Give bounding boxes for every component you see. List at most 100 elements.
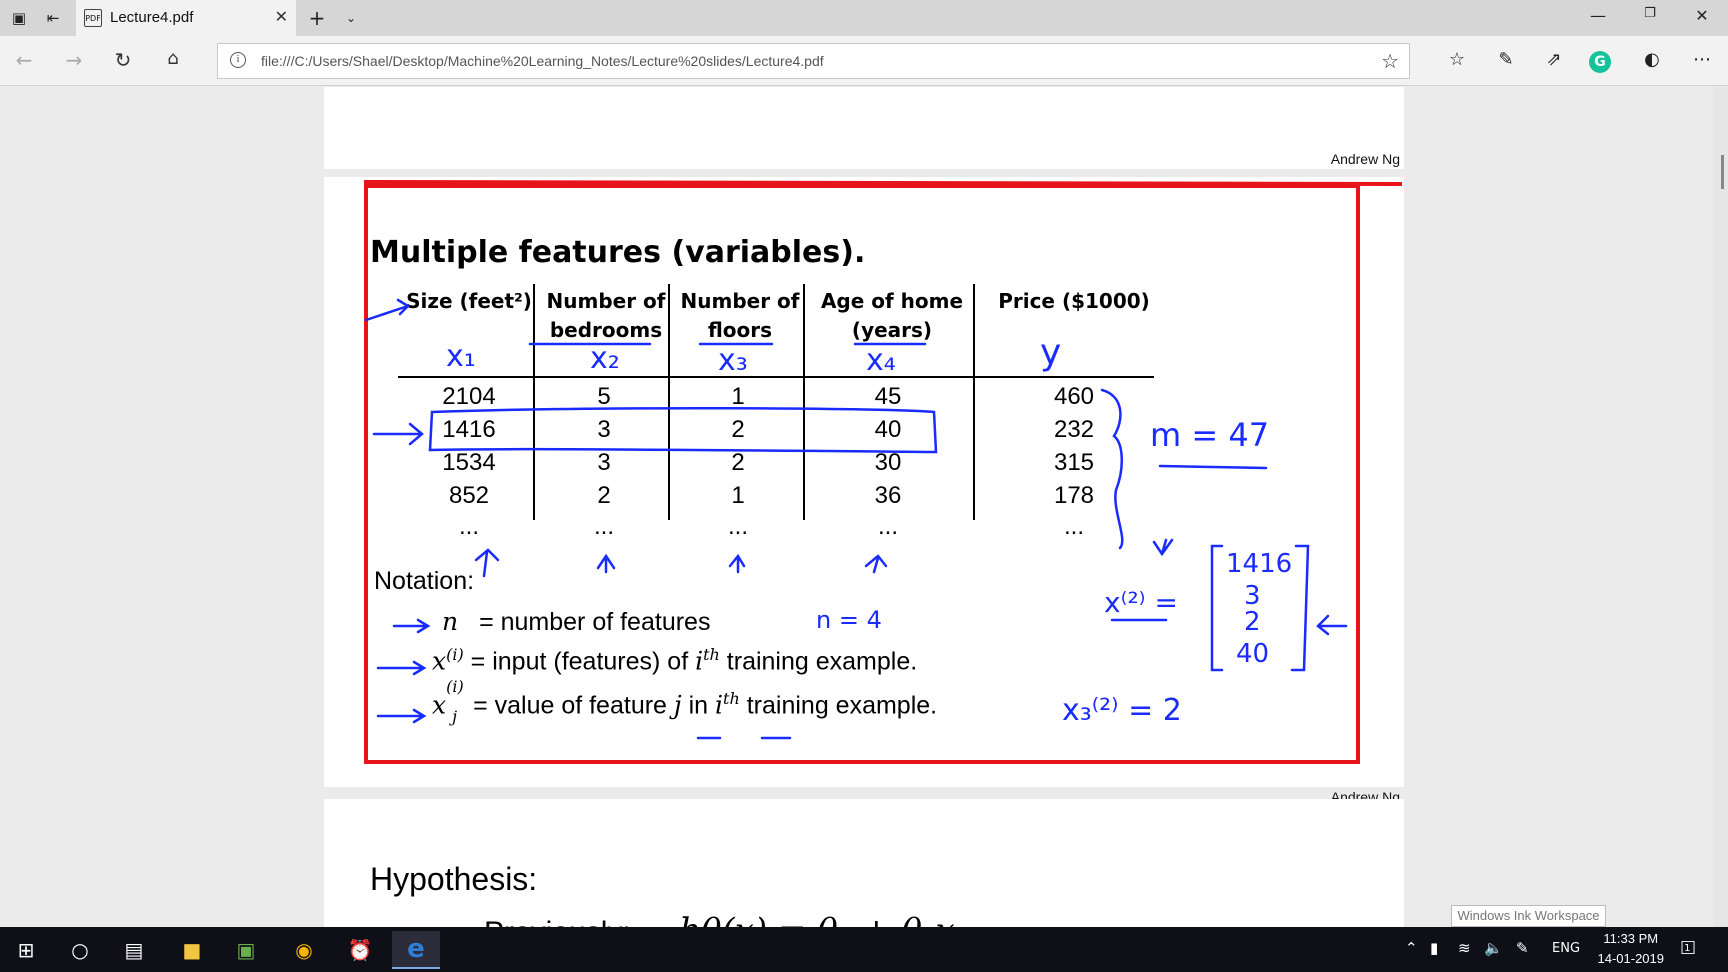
favorites-hub-icon[interactable]: ☆ xyxy=(1443,49,1471,75)
table-cell: 232 xyxy=(1053,416,1095,443)
tray-chevron-up-icon[interactable]: ⌃ xyxy=(1405,939,1418,957)
xj-symbol: x xyxy=(432,690,447,720)
task-view-icon[interactable]: ▤ xyxy=(110,931,158,969)
table-cell: ... xyxy=(727,513,748,540)
address-url[interactable]: file:///C:/Users/Shael/Desktop/Machine%2… xyxy=(261,53,824,69)
hypothesis-title: Hypothesis: xyxy=(370,861,538,897)
set-aside-tabs-icon[interactable]: ⇤ xyxy=(42,8,64,28)
table-cell: 2 xyxy=(731,416,745,443)
volume-icon[interactable]: 🔈 xyxy=(1484,939,1503,957)
notation-x: x(i) = input (features) of ith training … xyxy=(432,645,917,676)
x-symbol: x xyxy=(432,646,447,676)
close-tab-icon[interactable]: ✕ xyxy=(275,7,288,26)
xj-in: in xyxy=(688,691,709,720)
windows-start-icon[interactable]: ⊞ xyxy=(2,931,50,969)
table-divider xyxy=(668,284,670,520)
language-indicator[interactable]: ENG xyxy=(1552,941,1580,956)
notification-icon[interactable]: □1 xyxy=(1680,937,1702,957)
clock-time: 11:33 PM xyxy=(1603,931,1659,946)
tab-strip: ▣ ⇤ PDF Lecture4.pdf ✕ + ⌄ — ❐ ✕ xyxy=(0,0,1728,36)
table-cell: ... xyxy=(877,513,898,540)
col-header-age: Age of home (years) xyxy=(820,289,964,342)
pen-ink-icon[interactable]: ✎ xyxy=(1516,939,1529,957)
grammarly-icon[interactable]: G xyxy=(1589,51,1611,73)
table-cell: 40 xyxy=(874,416,902,443)
notation-xj: x (i) j = value of feature j in ith traini… xyxy=(432,677,937,726)
pdf-icon: PDF xyxy=(84,9,102,27)
table-cell: 36 xyxy=(874,482,902,509)
battery-icon[interactable]: ▮ xyxy=(1430,939,1438,957)
col-header-size: Size (feet²) xyxy=(406,289,532,313)
pdf-page-4: Multiple features (variables). Size (fee… xyxy=(324,177,1404,805)
ink-workspace-tooltip: Windows Ink Workspace xyxy=(1451,905,1606,927)
pdf-page-3: Andrew Ng xyxy=(324,87,1404,169)
tab-lecture4[interactable]: PDF Lecture4.pdf ✕ xyxy=(76,0,296,36)
scrollbar[interactable] xyxy=(1714,87,1728,927)
table-cell: 2 xyxy=(597,482,611,509)
home-button[interactable]: ⌂ xyxy=(159,48,187,74)
forward-button[interactable]: → xyxy=(60,48,88,74)
x-definition: = input (features) of xyxy=(470,647,689,676)
edge-icon[interactable]: e xyxy=(392,931,440,969)
hypothesis-formula: hθ(x) = θ₀ + θ₁x xyxy=(679,911,955,927)
table-cell: 1534 xyxy=(442,449,496,476)
page-credit: Andrew Ng xyxy=(1330,151,1400,167)
table-divider xyxy=(973,284,975,520)
table-cell: 1416 xyxy=(442,416,496,443)
th-superscript: th xyxy=(723,689,740,708)
scrollbar-thumb[interactable] xyxy=(1721,155,1724,189)
restore-button[interactable]: ❐ xyxy=(1630,6,1670,30)
table-cell: ... xyxy=(1063,513,1084,540)
chrome-icon[interactable]: ◉ xyxy=(280,931,328,969)
extension-icon[interactable]: ◐ xyxy=(1638,49,1666,75)
clock-date: 14-01-2019 xyxy=(1597,951,1665,966)
file-explorer-icon[interactable]: ■ xyxy=(168,931,216,969)
table-cell: 3 xyxy=(597,449,611,476)
favorite-star-icon[interactable]: ☆ xyxy=(1381,49,1399,73)
web-note-icon[interactable]: ✎ xyxy=(1492,49,1520,75)
pdf-page-5: Hypothesis: Previously: hθ(x) = θ₀ + θ₁x xyxy=(324,799,1404,927)
taskbar-clock[interactable]: 11:33 PM 14-01-2019 xyxy=(1598,929,1665,969)
table-cell: 1 xyxy=(731,482,745,509)
alarms-app-icon[interactable]: ⏰ xyxy=(336,931,384,969)
address-bar[interactable]: i file:///C:/Users/Shael/Desktop/Machine… xyxy=(217,43,1410,79)
table-header-rule xyxy=(398,376,1154,378)
notation-label: Notation: xyxy=(374,567,475,595)
table-cell: 2104 xyxy=(442,383,496,410)
notation-n: n = number of features xyxy=(442,607,710,637)
info-icon[interactable]: i xyxy=(230,52,246,68)
back-button[interactable]: ← xyxy=(10,48,38,74)
table-cell: 45 xyxy=(874,383,902,410)
xj-superscript: (i) xyxy=(446,677,464,697)
more-options-icon[interactable]: ⋯ xyxy=(1688,49,1716,75)
tab-actions-icon[interactable]: ▣ xyxy=(8,8,30,28)
share-icon[interactable]: ⇗ xyxy=(1540,49,1568,75)
chevron-down-icon[interactable]: ⌄ xyxy=(340,8,362,28)
x-superscript: (i) xyxy=(446,645,464,664)
i-symbol: i xyxy=(715,690,724,720)
photos-app-icon[interactable]: ▣ xyxy=(222,931,270,969)
table-cell: 3 xyxy=(597,416,611,443)
slide-title: Multiple features (variables). xyxy=(370,235,866,270)
col-header-price: Price ($1000) xyxy=(998,289,1150,313)
table-cell: 460 xyxy=(1053,383,1095,410)
table-cell: 315 xyxy=(1053,449,1095,476)
table-cell: 2 xyxy=(731,449,745,476)
refresh-button[interactable]: ↻ xyxy=(109,48,137,74)
th-superscript: th xyxy=(703,645,720,664)
close-window-button[interactable]: ✕ xyxy=(1682,6,1722,30)
x-definition-end: training example. xyxy=(726,647,918,676)
notification-count: 1 xyxy=(1684,943,1691,954)
table-cell: 30 xyxy=(874,449,902,476)
table-cell: 178 xyxy=(1053,482,1095,509)
hypothesis-previously: Previously: hθ(x) = θ₀ + θ₁x xyxy=(484,911,955,927)
col-header-bedrooms: Number of bedrooms xyxy=(546,289,666,342)
pdf-viewer[interactable]: Andrew Ng Multiple features (variables).… xyxy=(0,87,1728,927)
minimize-button[interactable]: — xyxy=(1578,6,1618,30)
table-cell: 5 xyxy=(597,383,611,410)
wifi-icon[interactable]: ≋ xyxy=(1458,939,1471,957)
new-tab-icon[interactable]: + xyxy=(306,6,328,30)
table-divider xyxy=(803,284,805,520)
table-cell: ... xyxy=(458,513,479,540)
cortana-icon[interactable]: ○ xyxy=(56,931,104,969)
